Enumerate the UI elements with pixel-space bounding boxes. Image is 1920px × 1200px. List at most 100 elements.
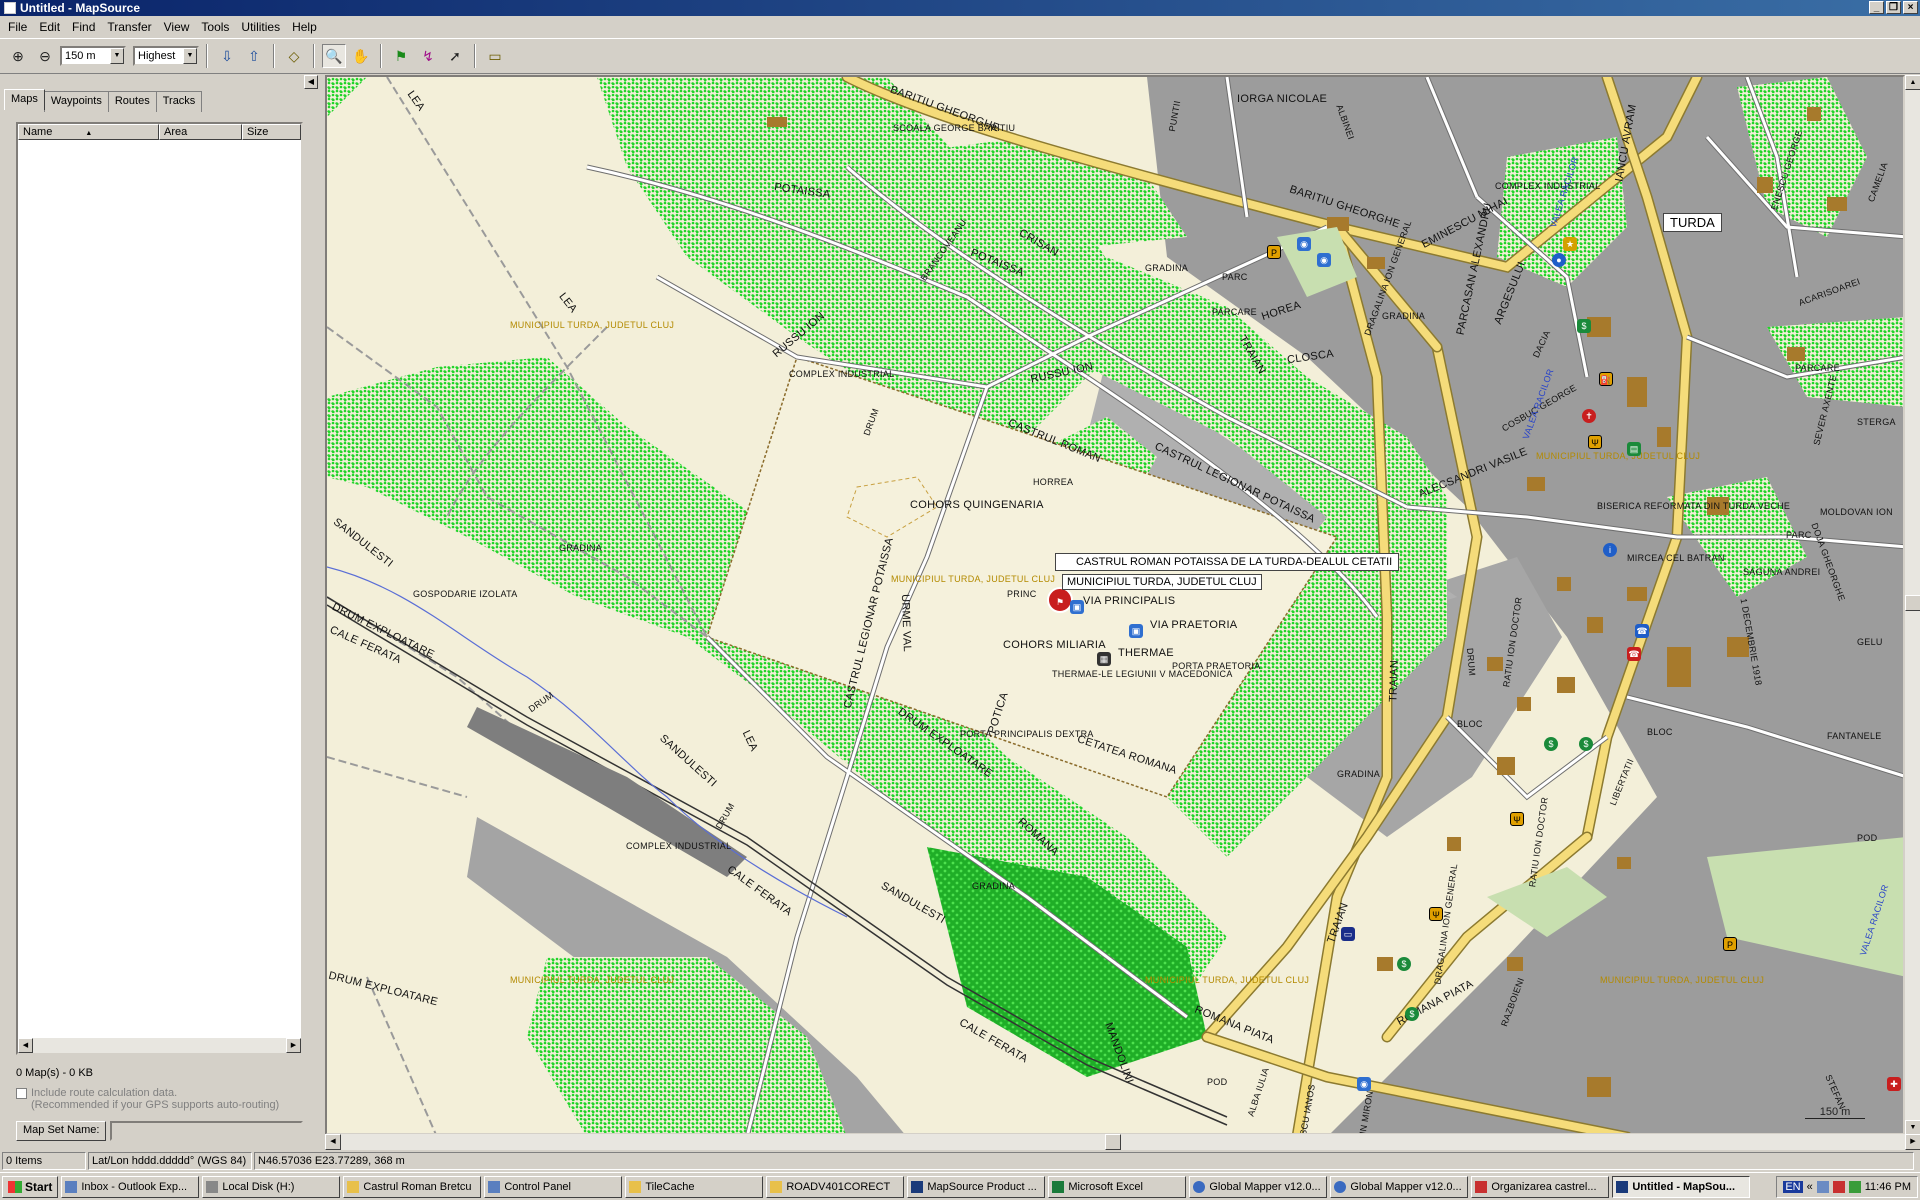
zoom-out-icon[interactable]: ⊖ (33, 44, 57, 68)
restaurant-poi-icon[interactable]: Ψ (1510, 812, 1524, 826)
taskbar-item-label: Global Mapper v12.0... (1350, 1180, 1462, 1193)
waypoint-flag-icon[interactable]: ⚑ (389, 44, 413, 68)
menu-edit[interactable]: Edit (33, 17, 66, 37)
collapse-panel-icon[interactable]: ◀ (304, 75, 318, 89)
taskbar-item-organizarea[interactable]: Organizarea castrel... (1471, 1175, 1610, 1198)
taskbar-item-excel[interactable]: Microsoft Excel (1048, 1175, 1187, 1198)
tray-expand-icon[interactable]: « (1807, 1181, 1813, 1193)
route-calc-checkbox[interactable] (16, 1088, 27, 1099)
minimize-button[interactable]: _ (1869, 1, 1884, 14)
tab-routes[interactable]: Routes (107, 91, 157, 112)
maps-list[interactable]: Name ▲ Area Size ◀ ▶ (16, 122, 303, 1055)
bath-poi-icon[interactable]: ▦ (1097, 652, 1111, 666)
parking-poi-icon[interactable]: P (1267, 245, 1281, 259)
tab-waypoints[interactable]: Waypoints (43, 91, 109, 112)
close-button[interactable]: × (1903, 1, 1918, 14)
taskbar-item-control-panel[interactable]: Control Panel (484, 1175, 623, 1198)
taskbar-item-folder[interactable]: Castrul Roman Bretcu (343, 1175, 482, 1198)
map-set-name-button[interactable]: Map Set Name: (16, 1121, 107, 1141)
map-tool-icon[interactable]: ◇ (282, 44, 306, 68)
send-to-device-icon[interactable]: ⇧ (242, 44, 266, 68)
zoom-scale-select[interactable]: 150 m ▼ (60, 46, 126, 66)
camera-poi-icon[interactable]: ◉ (1357, 1077, 1371, 1091)
hand-pan-icon[interactable]: ✋ (349, 44, 373, 68)
map-set-name-field[interactable] (110, 1121, 304, 1141)
bank-poi-icon[interactable]: $ (1577, 319, 1591, 333)
info-poi-icon[interactable]: i (1603, 543, 1617, 557)
menu-transfer[interactable]: Transfer (101, 17, 157, 37)
camera-poi-icon[interactable]: ◉ (1297, 237, 1311, 251)
taskbar-item-global-mapper-1[interactable]: Global Mapper v12.0... (1189, 1175, 1328, 1198)
phone-poi-icon[interactable]: ☎ (1635, 624, 1649, 638)
detail-level-select[interactable]: Highest ▼ (133, 46, 199, 66)
taskbar-item-local-disk[interactable]: Local Disk (H:) (202, 1175, 341, 1198)
receive-from-device-icon[interactable]: ⇩ (215, 44, 239, 68)
bus-poi-icon[interactable]: ▭ (1341, 927, 1355, 941)
info-poi-icon[interactable]: ● (1552, 253, 1566, 267)
column-area[interactable]: Area (159, 124, 242, 140)
taskbar-item-roadv[interactable]: ROADV401CORECT (766, 1175, 905, 1198)
menu-view[interactable]: View (158, 17, 196, 37)
tray-app-icon[interactable] (1848, 1181, 1861, 1193)
selection-arrow-icon[interactable]: ➚ (443, 44, 467, 68)
parking-poi-icon[interactable]: P (1723, 937, 1737, 951)
tray-app-icon[interactable] (1816, 1181, 1829, 1193)
map-vertical-scrollbar[interactable]: ▲ ▼ (1905, 75, 1920, 1135)
map-label: COHORS QUINGENARIA (910, 499, 1044, 511)
taskbar-item-tilecache[interactable]: TileCache (625, 1175, 764, 1198)
scroll-right-icon[interactable]: ▶ (1905, 1134, 1920, 1150)
restaurant-poi-icon[interactable]: Ψ (1429, 907, 1443, 921)
hotel-poi-icon[interactable]: ★ (1563, 237, 1577, 251)
scroll-down-icon[interactable]: ▼ (1905, 1120, 1920, 1135)
list-horizontal-scrollbar[interactable]: ◀ ▶ (18, 1038, 301, 1053)
camera-poi-icon[interactable]: ◉ (1317, 253, 1331, 267)
map-view[interactable]: LEA LEA LEA POTAISSA POTAISSA SCOALA GEO… (325, 75, 1905, 1135)
bank-poi-icon[interactable]: $ (1579, 737, 1593, 751)
column-name[interactable]: Name ▲ (18, 124, 159, 140)
language-indicator[interactable]: EN (1783, 1181, 1803, 1193)
scroll-right-icon[interactable]: ▶ (286, 1038, 301, 1053)
poi-icon[interactable]: ✚ (1887, 1077, 1901, 1091)
ruin-poi-icon[interactable]: ▣ (1070, 600, 1084, 614)
horizontal-scroll-thumb[interactable] (1105, 1134, 1121, 1150)
route-calc-option[interactable]: Include route calculation data. (Recomme… (16, 1087, 279, 1111)
poi-callout[interactable]: CASTRUL ROMAN POTAISSA DE LA TURDA-DEALU… (1055, 553, 1400, 571)
menu-utilities[interactable]: Utilities (235, 17, 286, 37)
route-tool-icon[interactable]: ↯ (416, 44, 440, 68)
scroll-left-icon[interactable]: ◀ (18, 1038, 33, 1053)
phone-poi-icon[interactable]: ☎ (1627, 647, 1641, 661)
church-poi-icon[interactable]: ✝ (1582, 409, 1596, 423)
tray-app-icon[interactable] (1832, 1181, 1845, 1193)
taskbar-item-global-mapper-2[interactable]: Global Mapper v12.0... (1330, 1175, 1469, 1198)
taskbar-item-outlook[interactable]: Inbox - Outlook Exp... (61, 1175, 200, 1198)
column-size[interactable]: Size (242, 124, 301, 140)
taskbar-item-mapsource-product[interactable]: MapSource Product ... (907, 1175, 1046, 1198)
city-label-turda[interactable]: TURDA (1663, 213, 1722, 232)
menu-help[interactable]: Help (286, 17, 323, 37)
chevron-down-icon[interactable]: ▼ (183, 48, 197, 64)
zoom-tool-icon[interactable]: 🔍 (322, 44, 346, 68)
vertical-scroll-thumb[interactable] (1905, 595, 1920, 611)
tab-tracks[interactable]: Tracks (155, 91, 203, 112)
scroll-left-icon[interactable]: ◀ (325, 1134, 341, 1150)
scroll-up-icon[interactable]: ▲ (1905, 75, 1920, 90)
chevron-down-icon[interactable]: ▼ (110, 48, 124, 64)
zoom-in-icon[interactable]: ⊕ (6, 44, 30, 68)
bank-poi-icon[interactable]: $ (1544, 737, 1558, 751)
fuel-poi-icon[interactable]: ⛽ (1599, 372, 1613, 386)
shop-poi-icon[interactable]: ▤ (1627, 442, 1641, 456)
restore-button[interactable]: ❐ (1886, 1, 1901, 14)
mapsource-app-icon (4, 2, 16, 14)
restaurant-poi-icon[interactable]: Ψ (1588, 435, 1602, 449)
distance-ruler-icon[interactable]: ▭ (483, 44, 507, 68)
menu-tools[interactable]: Tools (195, 17, 235, 37)
map-horizontal-scrollbar[interactable]: ◀ ▶ (325, 1134, 1920, 1150)
tab-maps[interactable]: Maps (4, 89, 45, 110)
menu-find[interactable]: Find (66, 17, 101, 37)
bank-poi-icon[interactable]: $ (1397, 957, 1411, 971)
start-button[interactable]: Start (2, 1175, 59, 1198)
ruin-poi-icon[interactable]: ▣ (1129, 624, 1143, 638)
bank-poi-icon[interactable]: $ (1405, 1007, 1419, 1021)
menu-file[interactable]: File (2, 17, 33, 37)
taskbar-item-mapsource-active[interactable]: Untitled - MapSou... (1612, 1175, 1751, 1198)
